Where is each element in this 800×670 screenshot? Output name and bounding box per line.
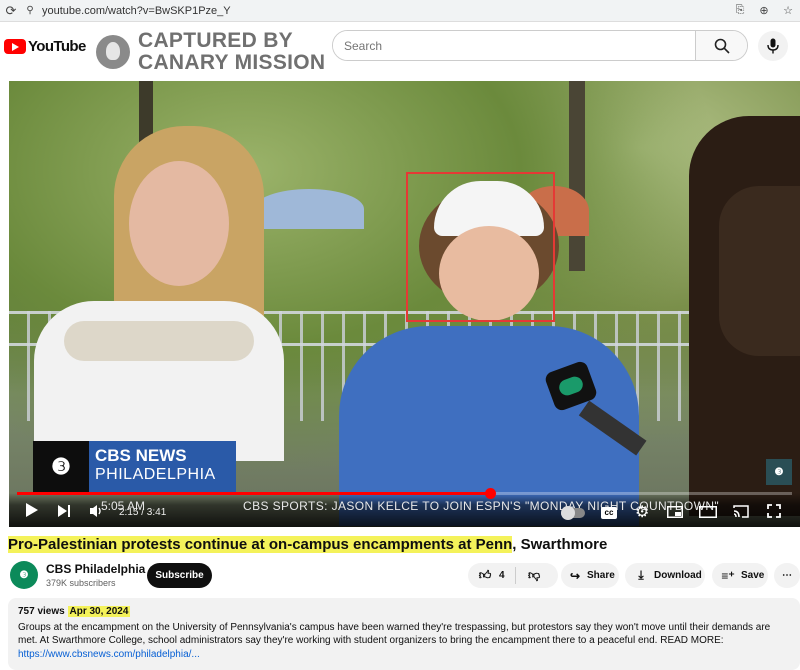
miniplayer-button[interactable] (667, 502, 683, 524)
like-dislike-group: 👍︎ 4 👎︎ (468, 563, 558, 588)
player-controls: 2:15 / 3:41 cc ⚙ (9, 499, 800, 527)
video-title-highlighted: Pro-Palestinian protests continue at on-… (8, 536, 513, 553)
channel-avatar[interactable]: ❸ (10, 561, 38, 589)
search-box (332, 30, 748, 61)
person-right-reporter (679, 116, 800, 516)
save-to-playlist-icon: ≡⁺ (721, 568, 735, 583)
cast-icon (733, 505, 749, 518)
volume-button[interactable] (89, 502, 105, 524)
subscribe-button[interactable]: Subscribe (147, 563, 212, 588)
face-highlight-box (406, 172, 555, 322)
voice-search-button[interactable] (758, 31, 788, 61)
more-actions-button[interactable]: ⋯ (774, 563, 800, 588)
channel-name[interactable]: CBS Philadelphia (46, 562, 145, 576)
download-label: Download (654, 570, 702, 581)
cbs3-logo: ❸ (33, 441, 89, 493)
subtitles-button[interactable]: cc (601, 502, 617, 519)
cc-icon: cc (601, 507, 617, 519)
progress-fill (17, 492, 490, 495)
microphone-icon (767, 38, 779, 54)
share-label: Share (587, 570, 615, 581)
zoom-icon[interactable]: ⊕ (752, 4, 776, 17)
channel-info: ❸ CBS Philadelphia 379K subscribers (10, 561, 145, 589)
reload-icon[interactable]: ⟳ (0, 3, 22, 19)
upload-date: Apr 30, 2024 (67, 606, 131, 617)
cbs-lower-third: ❸ CBS NEWS PHILADELPHIA (33, 441, 236, 493)
install-icon[interactable]: ⎘ (728, 4, 752, 17)
save-button[interactable]: ≡⁺ Save (712, 563, 768, 588)
youtube-play-icon (4, 39, 26, 54)
lower-third-network: CBS NEWS (95, 446, 187, 465)
download-icon: ⤓ (638, 568, 644, 582)
view-count: 757 views (18, 606, 65, 617)
station-bug-icon: ❸ (766, 459, 792, 485)
dislike-button[interactable]: 👎︎ (516, 568, 540, 583)
play-icon (26, 503, 38, 517)
share-icon: ↪ (569, 568, 581, 583)
watermark-line1: CAPTURED BY (138, 29, 293, 52)
share-button[interactable]: ↪ Share (561, 563, 619, 588)
progress-scrubber[interactable] (484, 488, 496, 499)
search-input[interactable] (333, 31, 695, 60)
fullscreen-icon (767, 504, 781, 518)
autoplay-toggle-icon (561, 506, 585, 520)
settings-button[interactable]: ⚙ (635, 502, 649, 524)
next-button[interactable] (57, 502, 71, 524)
canary-seal-icon (96, 35, 130, 69)
youtube-logo[interactable]: YouTube (4, 38, 86, 55)
next-icon (58, 505, 70, 517)
miniplayer-icon (667, 506, 683, 518)
theater-mode-button[interactable] (699, 502, 717, 524)
description-link[interactable]: https://www.cbsnews.com/philadelphia/... (18, 649, 200, 660)
thumbs-down-icon: 👎︎ (528, 568, 541, 582)
video-title: Pro-Palestinian protests continue at on-… (8, 536, 607, 553)
progress-bar[interactable] (17, 488, 792, 499)
theater-icon (699, 506, 717, 518)
url-text[interactable]: youtube.com/watch?v=BwSKP1Pze_Y (38, 5, 728, 17)
thumbs-up-icon: 👍︎ (478, 568, 492, 582)
fullscreen-button[interactable] (767, 502, 781, 524)
bookmark-star-icon[interactable]: ☆ (776, 4, 800, 17)
video-player[interactable]: ❸ CBS NEWS PHILADELPHIA ❸ 5:05 AM CBS SP… (9, 81, 800, 527)
browser-address-bar: ⟳ ⚲ youtube.com/watch?v=BwSKP1Pze_Y ⎘ ⊕ … (0, 0, 800, 22)
time-display: 2:15 / 3:41 (119, 507, 167, 518)
watermark-line2: CANARY MISSION (138, 51, 326, 74)
search-icon (714, 38, 730, 54)
site-info-icon[interactable]: ⚲ (22, 5, 38, 16)
like-button[interactable]: 👍︎ 4 (468, 567, 516, 584)
video-title-rest: , Swarthmore (512, 536, 608, 553)
canary-mission-watermark: CAPTURED BY CANARY MISSION (96, 30, 325, 74)
gear-icon: ⚙ (635, 504, 650, 521)
video-description[interactable]: 757 views Apr 30, 2024 Groups at the enc… (8, 598, 800, 670)
subscriber-count: 379K subscribers (46, 578, 116, 588)
save-label: Save (741, 570, 765, 581)
person-left (29, 126, 289, 461)
download-button[interactable]: ⤓ Download (625, 563, 705, 588)
like-count: 4 (499, 570, 505, 581)
cast-button[interactable] (733, 502, 749, 524)
lower-third-city: PHILADELPHIA (95, 466, 216, 483)
play-button[interactable] (25, 502, 39, 524)
description-meta: 757 views Apr 30, 2024 (18, 605, 790, 619)
autoplay-toggle[interactable] (561, 502, 585, 520)
youtube-logo-text: YouTube (28, 38, 86, 55)
volume-icon (90, 505, 101, 517)
more-icon: ⋯ (782, 570, 792, 581)
search-button[interactable] (695, 31, 747, 60)
description-text: Groups at the encampment on the Universi… (18, 621, 771, 647)
